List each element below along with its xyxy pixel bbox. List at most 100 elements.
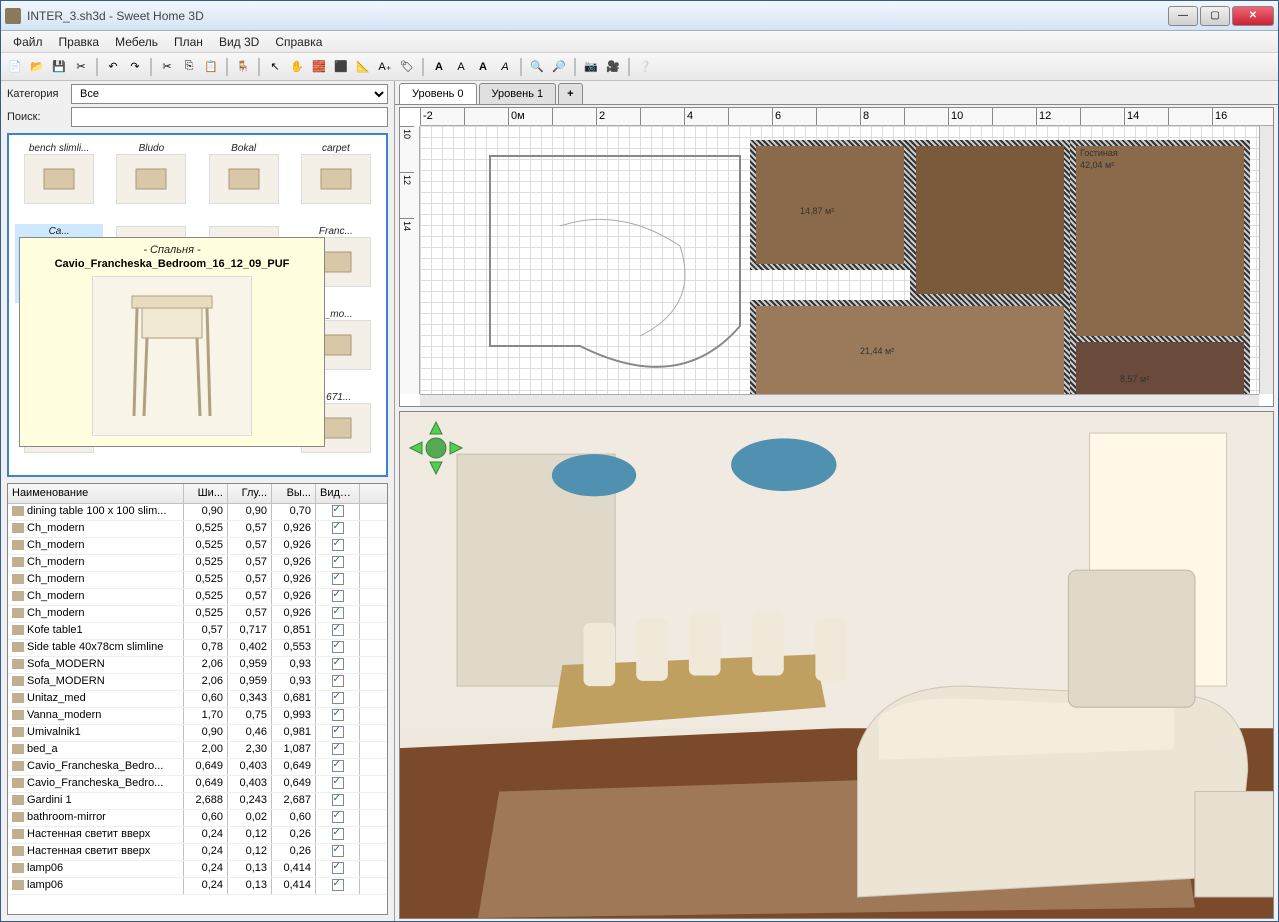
col-depth[interactable]: Глу... bbox=[228, 484, 272, 503]
maximize-button[interactable]: ▢ bbox=[1200, 6, 1230, 26]
col-width[interactable]: Ши... bbox=[184, 484, 228, 503]
new-icon[interactable]: 📄 bbox=[5, 57, 25, 77]
visible-checkbox[interactable] bbox=[332, 760, 344, 772]
visible-checkbox[interactable] bbox=[332, 862, 344, 874]
text-icon[interactable]: 🏷 bbox=[397, 57, 417, 77]
table-row[interactable]: Gardini 12,6880,2432,687 bbox=[8, 793, 387, 810]
wall-icon[interactable]: 🧱 bbox=[309, 57, 329, 77]
save-icon[interactable]: 💾 bbox=[49, 57, 69, 77]
table-row[interactable]: Cavio_Francheska_Bedro...0,6490,4030,649 bbox=[8, 776, 387, 793]
table-row[interactable]: Side table 40x78cm slimline0,780,4020,55… bbox=[8, 640, 387, 657]
table-row[interactable]: Sofa_MODERN2,060,9590,93 bbox=[8, 657, 387, 674]
catalog-item[interactable]: Bokal bbox=[200, 141, 288, 220]
catalog-item[interactable]: Bludo bbox=[107, 141, 195, 220]
view-3d[interactable] bbox=[399, 411, 1274, 919]
menu-help[interactable]: Справка bbox=[267, 32, 330, 52]
polyline-icon[interactable]: 📐 bbox=[353, 57, 373, 77]
catalog-item[interactable]: bench slimli... bbox=[15, 141, 103, 220]
visible-checkbox[interactable] bbox=[332, 641, 344, 653]
col-visible[interactable]: Види... bbox=[316, 484, 360, 503]
table-row[interactable]: Ch_modern0,5250,570,926 bbox=[8, 589, 387, 606]
plan-canvas[interactable]: Гостиная 42,04 м² 14,87 м² 21,44 м² 8,57… bbox=[420, 126, 1259, 394]
photo-icon[interactable]: 📷 bbox=[581, 57, 601, 77]
plan-view-2d[interactable]: -20м246810121416 101214 Гостиная 42,04 м… bbox=[399, 107, 1274, 407]
visible-checkbox[interactable] bbox=[332, 845, 344, 857]
copy-icon[interactable]: ⎘ bbox=[179, 57, 199, 77]
menu-file[interactable]: Файл bbox=[5, 32, 51, 52]
add-furniture-icon[interactable]: 🪑 bbox=[233, 57, 253, 77]
undo-icon[interactable]: ↶ bbox=[103, 57, 123, 77]
tab-add-level[interactable]: + bbox=[558, 83, 582, 104]
select-icon[interactable]: ↖ bbox=[265, 57, 285, 77]
visible-checkbox[interactable] bbox=[332, 777, 344, 789]
pan-icon[interactable]: ✋ bbox=[287, 57, 307, 77]
minimize-button[interactable]: — bbox=[1168, 6, 1198, 26]
col-name[interactable]: Наименование bbox=[8, 484, 184, 503]
table-body[interactable]: dining table 100 x 100 slim...0,900,900,… bbox=[8, 504, 387, 914]
table-row[interactable]: Vanna_modern1,700,750,993 bbox=[8, 708, 387, 725]
search-input[interactable] bbox=[71, 107, 388, 127]
text-size-inc-icon[interactable]: A bbox=[429, 57, 449, 77]
bold-icon[interactable]: A bbox=[473, 57, 493, 77]
scrollbar-horizontal[interactable] bbox=[420, 394, 1259, 406]
navigation-compass-icon[interactable] bbox=[408, 420, 464, 476]
table-row[interactable]: Sofa_MODERN2,060,9590,93 bbox=[8, 674, 387, 691]
table-row[interactable]: Настенная светит вверх0,240,120,26 bbox=[8, 827, 387, 844]
prefs-icon[interactable]: ✂ bbox=[71, 57, 91, 77]
visible-checkbox[interactable] bbox=[332, 811, 344, 823]
visible-checkbox[interactable] bbox=[332, 879, 344, 891]
table-row[interactable]: dining table 100 x 100 slim...0,900,900,… bbox=[8, 504, 387, 521]
table-row[interactable]: Umivalnik10,900,460,981 bbox=[8, 725, 387, 742]
visible-checkbox[interactable] bbox=[332, 522, 344, 534]
table-row[interactable]: Ch_modern0,5250,570,926 bbox=[8, 606, 387, 623]
visible-checkbox[interactable] bbox=[332, 607, 344, 619]
table-row[interactable]: bed_a2,002,301,087 bbox=[8, 742, 387, 759]
menu-plan[interactable]: План bbox=[166, 32, 211, 52]
close-button[interactable]: ✕ bbox=[1232, 6, 1274, 26]
table-row[interactable]: Ch_modern0,5250,570,926 bbox=[8, 521, 387, 538]
category-select[interactable]: Все bbox=[71, 84, 388, 104]
table-row[interactable]: Kofe table10,570,7170,851 bbox=[8, 623, 387, 640]
visible-checkbox[interactable] bbox=[332, 726, 344, 738]
furniture-catalog[interactable]: - Спальня - Cavio_Francheska_Bedroom_16_… bbox=[7, 133, 388, 477]
visible-checkbox[interactable] bbox=[332, 573, 344, 585]
menu-furniture[interactable]: Мебель bbox=[107, 32, 166, 52]
text-size-dec-icon[interactable]: A bbox=[451, 57, 471, 77]
table-row[interactable]: Unitaz_med0,600,3430,681 bbox=[8, 691, 387, 708]
table-row[interactable]: Ch_modern0,5250,570,926 bbox=[8, 555, 387, 572]
catalog-item[interactable]: carpet bbox=[292, 141, 380, 220]
table-row[interactable]: lamp060,240,130,414 bbox=[8, 878, 387, 895]
tab-level-0[interactable]: Уровень 0 bbox=[399, 83, 477, 104]
menu-edit[interactable]: Правка bbox=[51, 32, 108, 52]
redo-icon[interactable]: ↷ bbox=[125, 57, 145, 77]
dimension-icon[interactable]: A₊ bbox=[375, 57, 395, 77]
open-icon[interactable]: 📂 bbox=[27, 57, 47, 77]
visible-checkbox[interactable] bbox=[332, 828, 344, 840]
table-row[interactable]: Настенная светит вверх0,240,120,26 bbox=[8, 844, 387, 861]
room-icon[interactable]: ⬛ bbox=[331, 57, 351, 77]
visible-checkbox[interactable] bbox=[332, 709, 344, 721]
visible-checkbox[interactable] bbox=[332, 624, 344, 636]
menu-view3d[interactable]: Вид 3D bbox=[211, 32, 267, 52]
visible-checkbox[interactable] bbox=[332, 743, 344, 755]
cut-icon[interactable]: ✂ bbox=[157, 57, 177, 77]
visible-checkbox[interactable] bbox=[332, 505, 344, 517]
paste-icon[interactable]: 📋 bbox=[201, 57, 221, 77]
help-icon[interactable]: ❔ bbox=[635, 57, 655, 77]
visible-checkbox[interactable] bbox=[332, 794, 344, 806]
table-row[interactable]: lamp060,240,130,414 bbox=[8, 861, 387, 878]
visible-checkbox[interactable] bbox=[332, 556, 344, 568]
visible-checkbox[interactable] bbox=[332, 658, 344, 670]
table-row[interactable]: Ch_modern0,5250,570,926 bbox=[8, 538, 387, 555]
visible-checkbox[interactable] bbox=[332, 539, 344, 551]
scrollbar-vertical[interactable] bbox=[1259, 126, 1273, 394]
video-icon[interactable]: 🎥 bbox=[603, 57, 623, 77]
table-row[interactable]: Ch_modern0,5250,570,926 bbox=[8, 572, 387, 589]
table-row[interactable]: bathroom-mirror0,600,020,60 bbox=[8, 810, 387, 827]
col-height[interactable]: Вы... bbox=[272, 484, 316, 503]
table-row[interactable]: Cavio_Francheska_Bedro...0,6490,4030,649 bbox=[8, 759, 387, 776]
visible-checkbox[interactable] bbox=[332, 590, 344, 602]
visible-checkbox[interactable] bbox=[332, 675, 344, 687]
zoom-in-icon[interactable]: 🔍 bbox=[527, 57, 547, 77]
zoom-out-icon[interactable]: 🔎 bbox=[549, 57, 569, 77]
